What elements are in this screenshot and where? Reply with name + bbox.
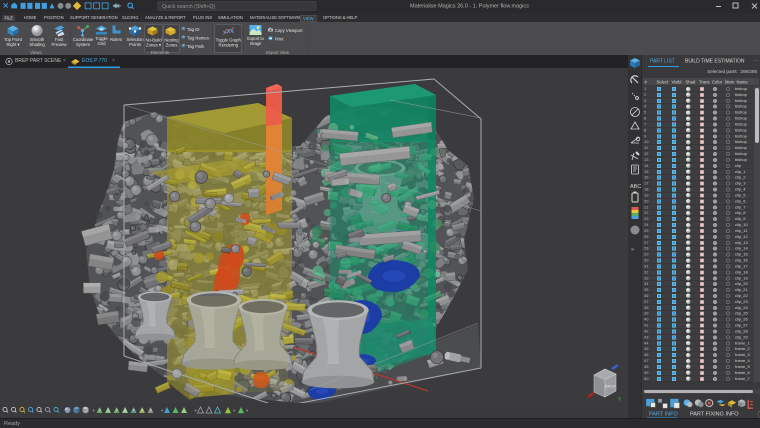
- svg-text:Quick search (Shift+Q): Quick search (Shift+Q): [162, 4, 215, 10]
- svg-text:BACK: BACK: [605, 384, 616, 389]
- svg-text:»: »: [631, 247, 635, 253]
- svg-text:ABC: ABC: [630, 184, 641, 190]
